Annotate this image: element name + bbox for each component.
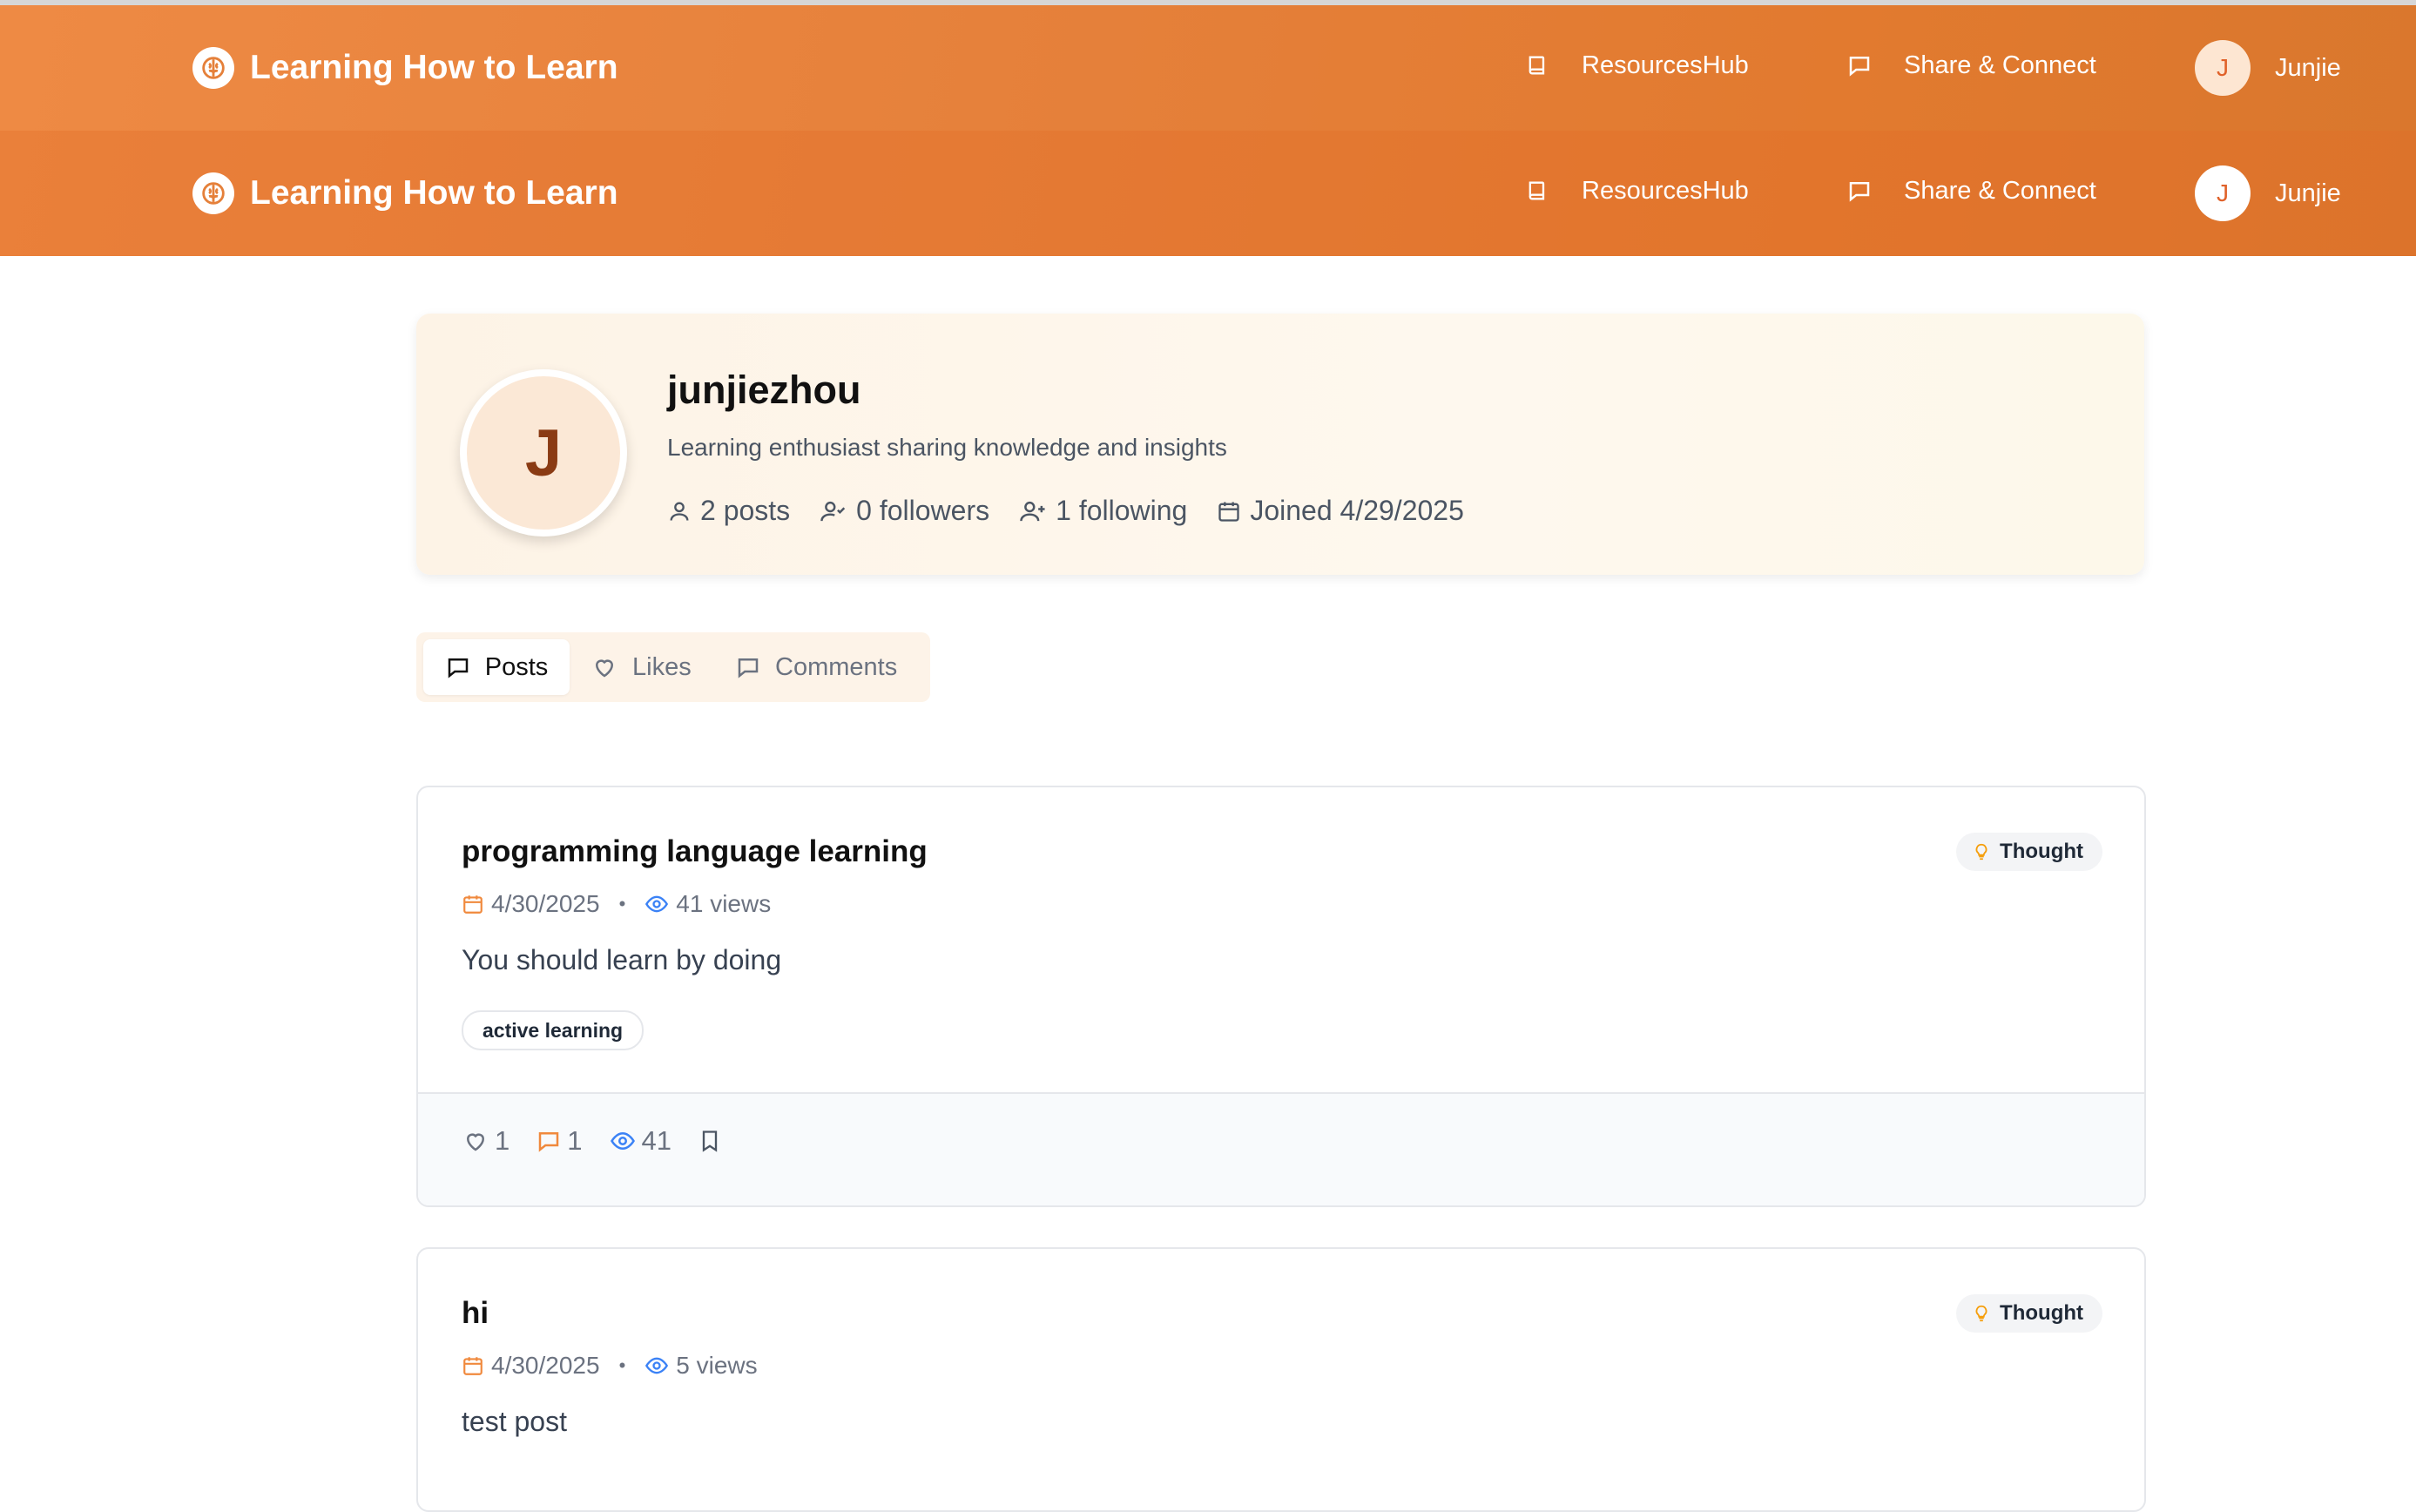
tab-likes[interactable]: Likes [591,639,692,695]
user-plus-icon [1020,501,1045,521]
like-button[interactable]: 1 [462,1125,510,1157]
heart-icon [595,659,614,678]
profile-stats: 2 posts 0 followers 1 following Joined 4… [667,495,1494,527]
brain-icon [192,47,234,89]
eye-icon [645,1357,669,1374]
stat-following[interactable]: 1 following [1019,495,1187,527]
heart-icon [466,1133,485,1151]
stat-following-text: 1 following [1056,495,1188,526]
views-indicator: 41 [609,1125,671,1157]
profile-username: junjiezhou [667,368,861,412]
nav-share-label: Share & Connect [1904,51,2096,79]
message-square-icon [1845,51,1874,80]
stat-joined-text: Joined 4/29/2025 [1250,495,1464,526]
message-square-icon [738,658,759,678]
stat-followers[interactable]: 0 followers [820,495,989,527]
post-tag[interactable]: active learning [462,1010,644,1050]
stat-joined: Joined 4/29/2025 [1217,495,1464,527]
avatar: J [2195,40,2251,96]
book-icon [1522,176,1552,206]
post-type-label: Thought [2000,1301,2083,1325]
brand[interactable]: Learning How to Learn [192,47,618,89]
message-square-icon [539,1132,559,1152]
calendar-icon [1218,502,1239,522]
tab-posts-label: Posts [484,652,549,681]
profile-bio: Learning enthusiast sharing knowledge an… [667,434,1227,461]
profile-card: J junjiezhou Learning enthusiast sharing… [416,314,2144,575]
post-card[interactable]: programming language learning Thought 4/… [416,786,2146,1207]
bookmark-icon [702,1131,718,1152]
post-body: You should learn by doing [462,944,782,975]
message-square-icon [1845,176,1874,206]
post-type-label: Thought [2000,840,2083,863]
post-views: 5 views [676,1352,758,1379]
brain-icon [192,172,234,214]
post-title[interactable]: programming language learning [462,834,928,869]
user-icon [670,502,689,521]
nav-resources-hub[interactable]: ResourcesHub [1522,51,1749,80]
views-count: 41 [641,1125,671,1156]
header: Learning How to Learn ResourcesHub Share… [0,5,2416,256]
comment-button[interactable]: 1 [536,1125,583,1157]
user-name: Junjie [2275,53,2341,82]
post-actions: 1 1 41 [462,1125,753,1157]
navbar-secondary: Learning How to Learn ResourcesHub Share… [0,131,2416,256]
avatar: J [2195,165,2251,221]
brand[interactable]: Learning How to Learn [192,172,618,214]
comment-count: 1 [567,1125,583,1156]
profile-avatar: J [460,369,627,537]
nav-share-connect[interactable]: Share & Connect [1845,176,2096,206]
post-type-badge: Thought [1956,833,2102,871]
lightbulb-icon [1975,1305,1987,1322]
post-title[interactable]: hi [462,1296,489,1331]
message-square-icon [448,658,468,678]
tab-posts[interactable]: Posts [423,639,570,695]
post-body: test post [462,1406,567,1437]
like-count: 1 [495,1125,510,1156]
nav-share-connect[interactable]: Share & Connect [1845,51,2096,80]
meta-separator: • [618,893,626,915]
stat-posts: 2 posts [667,495,790,527]
eye-icon [610,1131,635,1151]
app-title: Learning How to Learn [250,174,618,212]
bookmark-button[interactable] [698,1128,727,1154]
user-check-icon [820,501,846,521]
tab-comments-label: Comments [775,652,898,681]
post-meta: 4/30/2025 • 41 views [462,890,771,918]
eye-icon [645,895,669,913]
calendar-icon [463,895,483,914]
calendar-icon [463,1357,483,1375]
post-date: 4/30/2025 [491,1352,600,1379]
lightbulb-icon [1975,843,1987,861]
post-footer: 1 1 41 [418,1092,2144,1205]
post-meta: 4/30/2025 • 5 views [462,1352,758,1380]
profile-tabs: Posts Likes Comments [416,632,930,702]
nav-resources-label: ResourcesHub [1582,176,1749,205]
tab-comments[interactable]: Comments [735,639,897,695]
nav-resources-label: ResourcesHub [1582,51,1749,79]
nav-resources-hub[interactable]: ResourcesHub [1522,176,1749,206]
post-date: 4/30/2025 [491,890,600,917]
user-name: Junjie [2275,179,2341,207]
meta-separator: • [618,1354,626,1376]
post-type-badge: Thought [1956,1294,2102,1333]
post-card[interactable]: hi Thought 4/30/2025 • 5 views test post [416,1247,2146,1512]
stat-followers-text: 0 followers [856,495,990,526]
app-title: Learning How to Learn [250,49,618,86]
book-icon [1522,51,1552,80]
stat-posts-text: 2 posts [700,495,791,526]
user-menu[interactable]: J Junjie [2195,165,2341,221]
nav-share-label: Share & Connect [1904,176,2096,205]
navbar-primary: Learning How to Learn ResourcesHub Share… [0,5,2416,131]
user-menu[interactable]: J Junjie [2195,40,2341,96]
post-views: 41 views [676,890,772,917]
tab-likes-label: Likes [632,652,692,681]
